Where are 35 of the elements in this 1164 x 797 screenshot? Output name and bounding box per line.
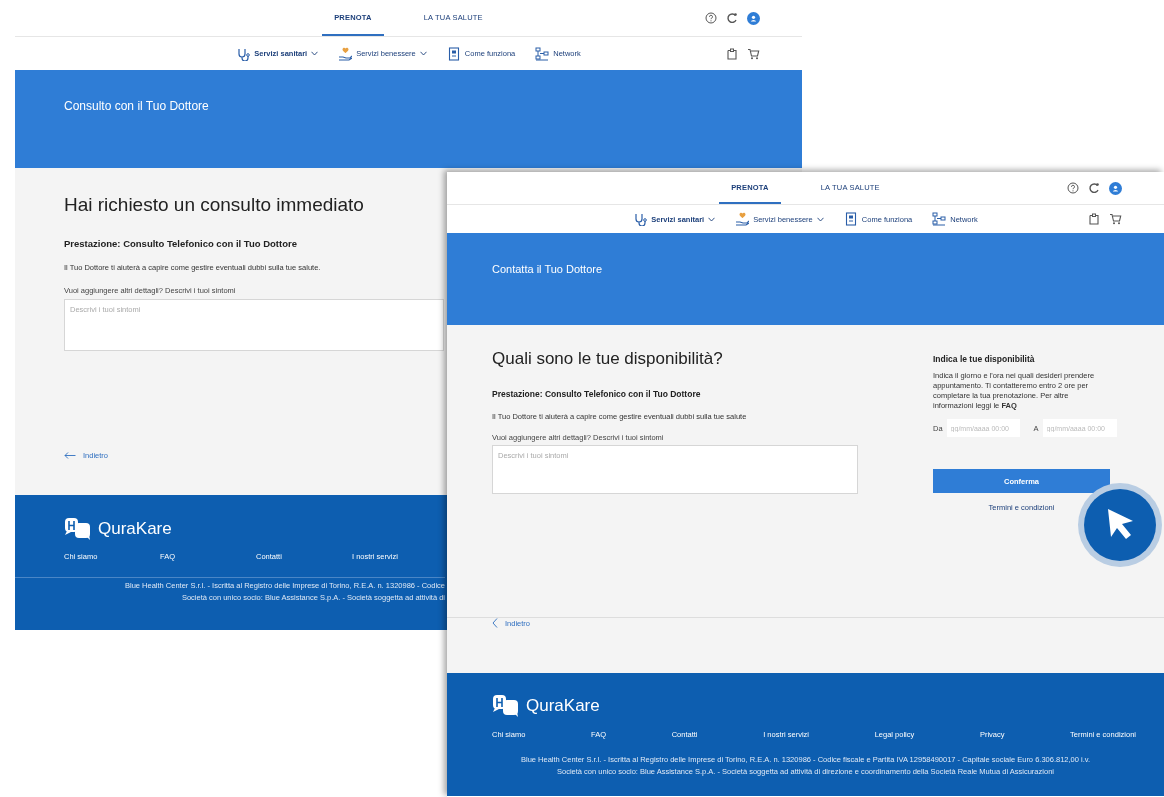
stethoscope-icon (633, 212, 648, 226)
arrow-left-icon (64, 452, 76, 459)
cart-icon[interactable] (1109, 213, 1122, 225)
availability-title: Indica le tue disponibilità (933, 354, 1036, 364)
circular-arrow-icon[interactable] (726, 12, 738, 24)
chevron-left-icon (492, 618, 498, 628)
speech-bubbles-logo-icon (64, 517, 92, 541)
chevron-down-icon (816, 216, 824, 222)
help-icon[interactable] (705, 12, 717, 24)
page-heading: Hai richiesto un consulto immediato (64, 194, 364, 216)
page-heading: Quali sono le tue disponibilità? (492, 349, 723, 369)
cart-icon[interactable] (747, 47, 760, 60)
user-avatar-icon[interactable] (1109, 181, 1122, 195)
network-icon (535, 46, 550, 61)
service-title: Prestazione: Consulto Telefonico con il Tuo Dottore (64, 238, 297, 249)
clipboard-icon[interactable] (726, 47, 738, 60)
chevron-down-icon (311, 51, 319, 56)
page-title: Consulto con il Tuo Dottore (64, 99, 209, 113)
hand-heart-icon (338, 46, 353, 61)
page-title: Contatta il Tuo Dottore (492, 263, 603, 275)
document-icon (446, 46, 461, 61)
speech-bubbles-logo-icon (492, 694, 520, 718)
brand-name: QuraKare (526, 696, 600, 716)
circular-arrow-icon[interactable] (1088, 182, 1100, 194)
chevron-down-icon (708, 216, 716, 222)
service-title: Prestazione: Consulto Telefonico con il Tuo Dottore (492, 389, 701, 399)
help-icon[interactable] (1067, 182, 1079, 194)
clipboard-icon[interactable] (1088, 213, 1100, 225)
user-avatar-icon[interactable] (747, 11, 760, 25)
stethoscope-icon (236, 46, 251, 61)
network-icon (932, 212, 947, 226)
brand-name: QuraKare (98, 519, 172, 539)
chevron-down-icon (419, 51, 427, 56)
document-icon (843, 212, 858, 226)
hand-heart-icon (735, 212, 750, 226)
